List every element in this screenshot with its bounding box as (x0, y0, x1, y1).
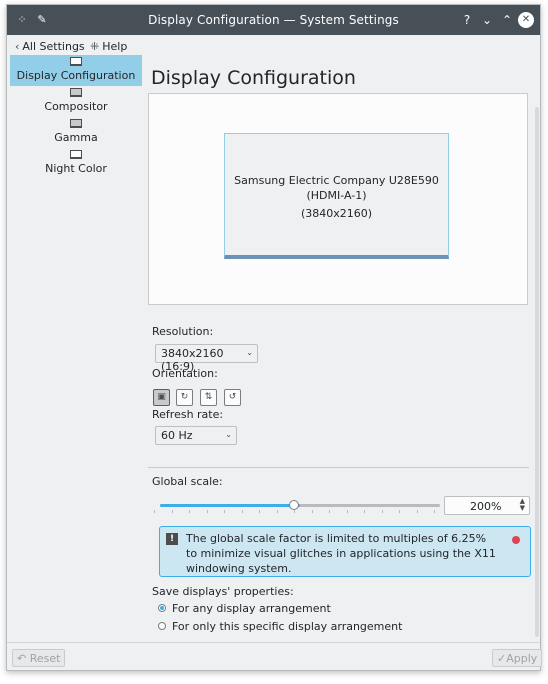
slider-tick (381, 510, 383, 513)
orientation-90-button[interactable]: ↻ (176, 389, 193, 406)
radio-button[interactable] (158, 604, 166, 612)
slider-tick (241, 510, 243, 513)
reset-label: Reset (29, 652, 61, 665)
orientation-270-button[interactable]: ↺ (224, 389, 241, 406)
reset-button[interactable]: ↶ Reset (12, 649, 66, 667)
radio-button[interactable] (158, 622, 166, 630)
sidebar-item-compositor[interactable]: Compositor (10, 86, 142, 117)
slider-handle[interactable] (289, 500, 299, 510)
maximize-icon[interactable]: ⌃ (499, 12, 515, 28)
display-arrangement-view[interactable]: Samsung Electric Company U28E590 (HDMI-A… (148, 93, 528, 305)
help-menu-button[interactable]: ⁜ Help (90, 40, 127, 53)
info-icon: ! (166, 533, 178, 545)
slider-tick (276, 510, 278, 513)
minimize-icon[interactable]: ⌄ (479, 12, 495, 28)
slider-tick (346, 510, 348, 513)
help-menu-icon: ⁜ (90, 40, 100, 53)
monitor-tile[interactable]: Samsung Electric Company U28E590 (HDMI-A… (224, 133, 449, 259)
save-properties-label: Save displays' properties: (152, 585, 294, 598)
slider-fill (160, 504, 300, 507)
compositor-icon (70, 88, 82, 97)
gamma-icon (70, 119, 82, 128)
page-title: Display Configuration (151, 67, 356, 89)
sidebar: Display Configuration Compositor Gamma N… (10, 55, 142, 640)
resolution-label: Resolution: (152, 325, 214, 338)
orientation-normal-button[interactable]: ▣ (153, 389, 170, 406)
refresh-rate-combobox[interactable]: 60 Hz ⌄ (155, 426, 237, 445)
sidebar-item-label: Display Configuration (16, 69, 136, 82)
sidebar-item-label: Compositor (44, 100, 108, 113)
slider-tick (416, 510, 418, 513)
chevron-down-icon: ⌄ (246, 348, 253, 357)
help-menu-label: Help (102, 40, 128, 53)
chevron-down-icon: ⌄ (225, 430, 232, 439)
apply-button[interactable]: ✓Apply (492, 649, 543, 667)
all-settings-button[interactable]: ‹ All Settings (15, 40, 85, 53)
settings-window: ⁘ ✎ Display Configuration — System Setti… (6, 4, 543, 671)
monitor-icon (70, 57, 82, 66)
slider-tick (206, 510, 208, 513)
global-scale-value: 200% (470, 500, 502, 513)
slider-tick (171, 510, 173, 513)
title-bar[interactable]: ⁘ ✎ Display Configuration — System Setti… (7, 5, 540, 35)
slider-tick (224, 510, 225, 513)
sidebar-item-label: Gamma (54, 131, 98, 144)
monitor-port: (HDMI-A-1) (306, 189, 367, 202)
apply-icon: ✓ (497, 652, 507, 665)
night-color-icon (70, 150, 82, 159)
slider-tick (189, 510, 190, 513)
global-scale-label: Global scale: (152, 475, 223, 488)
chevron-left-icon: ‹ (15, 40, 20, 53)
slider-tick (364, 510, 365, 513)
radio-label: For only this specific display arrangeme… (172, 620, 403, 633)
radio-any-arrangement[interactable]: For any display arrangement (158, 602, 331, 615)
sidebar-item-display-configuration[interactable]: Display Configuration (10, 55, 142, 86)
sidebar-item-label: Night Color (45, 162, 107, 175)
spin-arrows-icon[interactable]: ▲ ▼ (520, 498, 525, 512)
message-close-icon[interactable] (512, 536, 520, 544)
help-icon[interactable]: ? (459, 12, 475, 28)
global-scale-spinbox[interactable]: 200% ▲ ▼ (444, 496, 530, 515)
global-scale-slider[interactable] (160, 504, 440, 507)
close-icon[interactable]: ✕ (518, 12, 534, 28)
slider-tick (294, 510, 295, 513)
slider-tick (399, 510, 400, 513)
sidebar-item-gamma[interactable]: Gamma (10, 117, 142, 148)
footer-divider (7, 642, 540, 643)
orientation-label: Orientation: (152, 367, 218, 380)
vertical-scrollbar[interactable] (535, 107, 539, 637)
radio-label: For any display arrangement (172, 602, 331, 615)
reset-icon: ↶ (17, 652, 27, 665)
slider-tick (259, 510, 260, 513)
refresh-rate-label: Refresh rate: (152, 408, 224, 421)
sidebar-item-night-color[interactable]: Night Color (10, 148, 142, 179)
radio-specific-arrangement[interactable]: For only this specific display arrangeme… (158, 620, 402, 633)
slider-tick (329, 510, 330, 513)
monitor-resolution: (3840x2160) (300, 207, 373, 220)
slider-tick (311, 510, 313, 513)
apply-label: Apply (506, 652, 538, 665)
resolution-combobox[interactable]: 3840x2160 (16:9) ⌄ (155, 344, 258, 373)
info-message-text: The global scale factor is limited to mu… (186, 532, 496, 575)
section-divider (148, 467, 529, 468)
all-settings-label: All Settings (22, 40, 85, 53)
refresh-rate-value: 60 Hz (161, 429, 193, 442)
slider-tick (434, 510, 435, 513)
monitor-name: Samsung Electric Company U28E590 (234, 174, 439, 187)
orientation-180-button[interactable]: ⇅ (200, 389, 217, 406)
info-message: ! The global scale factor is limited to … (159, 526, 531, 577)
slider-tick (154, 510, 155, 513)
